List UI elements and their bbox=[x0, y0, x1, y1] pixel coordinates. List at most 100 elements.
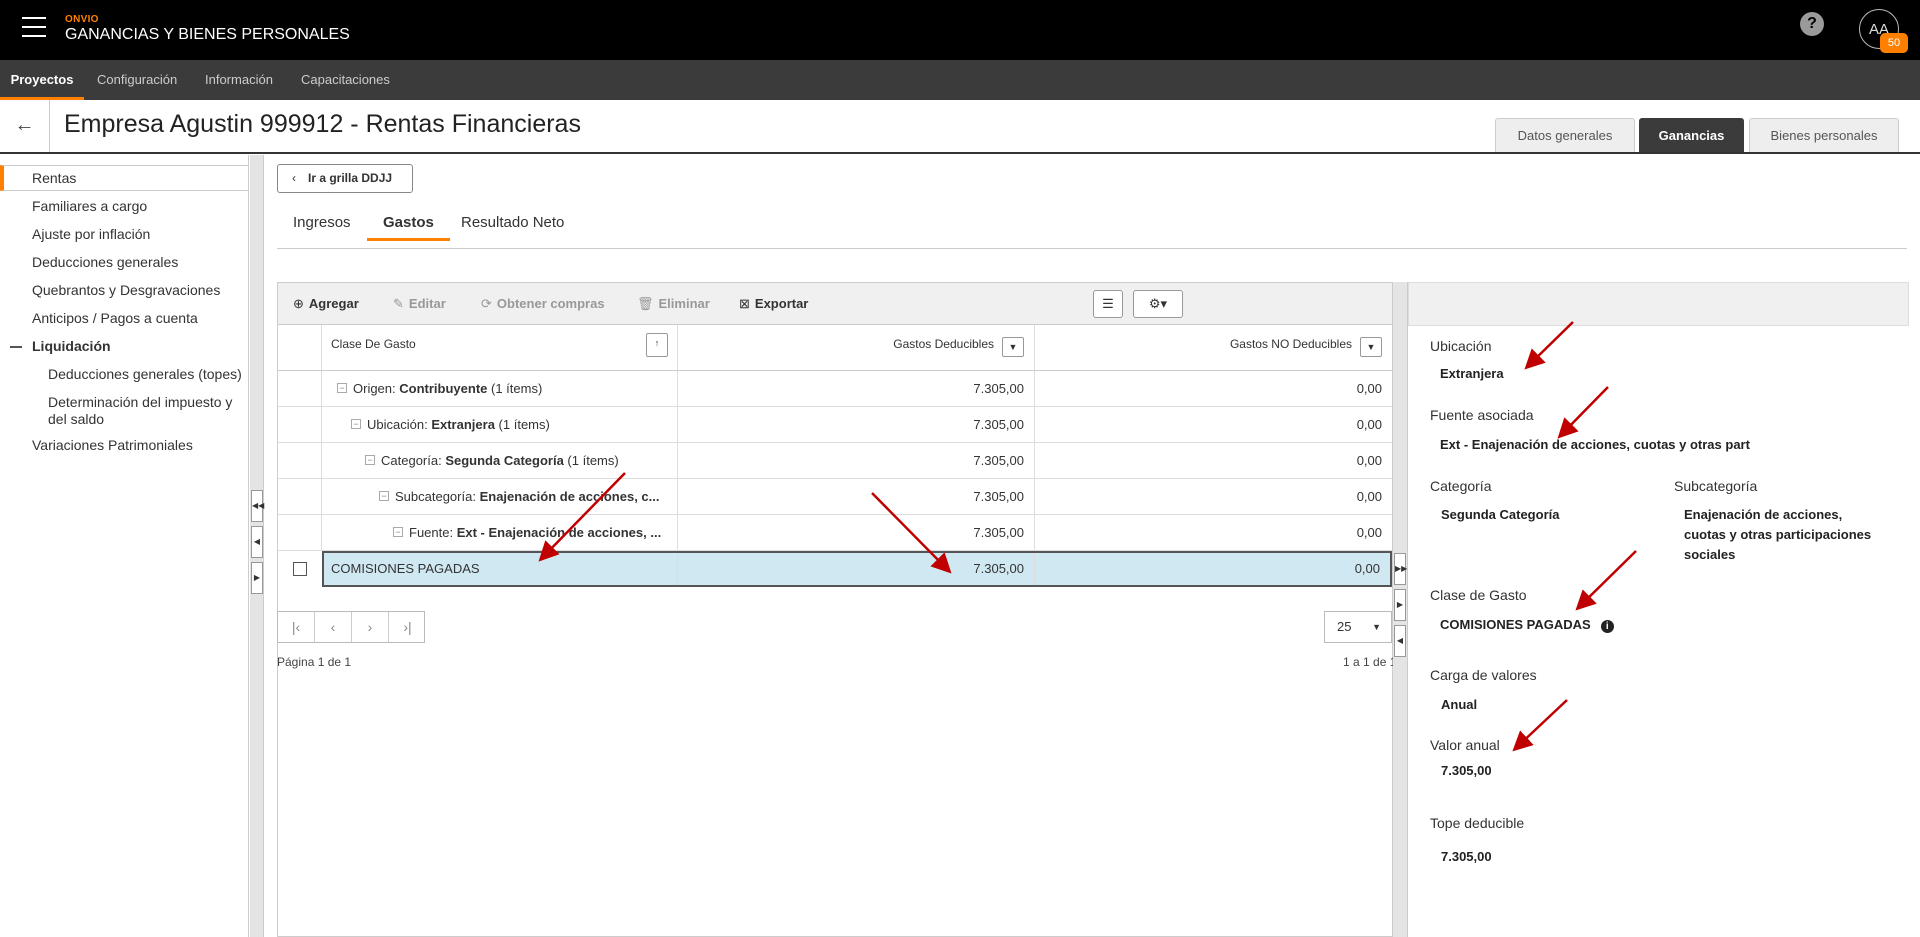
group-icon[interactable]: ☰ bbox=[1093, 290, 1123, 318]
excel-icon: ⊠ bbox=[739, 296, 750, 311]
subcategoria-label: Subcategoría bbox=[1674, 478, 1758, 494]
sidebar-splitter[interactable]: ◀◀ ◀ ▶ bbox=[250, 155, 264, 937]
agregar-button[interactable]: ⊕ Agregar bbox=[293, 283, 359, 325]
collapse-icon[interactable]: − bbox=[379, 491, 389, 501]
detail-header bbox=[1408, 282, 1909, 326]
fuente-value: Ext - Enajenación de acciones, cuotas y … bbox=[1440, 437, 1750, 452]
collapse-icon[interactable] bbox=[10, 346, 22, 348]
tab-ganancias[interactable]: Ganancias bbox=[1639, 118, 1744, 152]
row-ded: 7.305,00 bbox=[973, 453, 1024, 468]
col-clase[interactable]: Clase De Gasto ↑ bbox=[322, 325, 678, 370]
select-cell bbox=[278, 371, 322, 406]
select-cell bbox=[278, 407, 322, 442]
collapse-icon[interactable]: − bbox=[337, 383, 347, 393]
row-noded: 0,00 bbox=[1356, 417, 1382, 432]
page-title: Empresa Agustin 999912 - Rentas Financie… bbox=[64, 110, 581, 138]
prev-page-icon[interactable]: ‹ bbox=[315, 612, 352, 642]
ir-grilla-button[interactable]: ‹ Ir a grilla DDJJ bbox=[277, 164, 413, 193]
row-value: Contribuyente bbox=[399, 381, 488, 396]
subtab-ingresos[interactable]: Ingresos bbox=[293, 214, 351, 231]
nav-configuracion[interactable]: Configuración bbox=[97, 60, 177, 100]
sidebar-item-deducciones[interactable]: Deducciones generales bbox=[32, 254, 178, 270]
chevron-down-icon: ▼ bbox=[1372, 622, 1381, 632]
sidebar-item-familiares[interactable]: Familiares a cargo bbox=[32, 198, 147, 214]
app-title: GANANCIAS Y BIENES PERSONALES bbox=[65, 26, 350, 43]
row-checkbox[interactable] bbox=[293, 562, 307, 576]
fuente-label: Fuente asociada bbox=[1430, 407, 1534, 423]
notification-badge[interactable]: 50 bbox=[1880, 33, 1908, 53]
col-no-deducibles-label: Gastos NO Deducibles bbox=[1229, 337, 1352, 351]
page-size-value: 25 bbox=[1337, 619, 1352, 634]
chevron-down-icon[interactable]: ▼ bbox=[1360, 337, 1382, 357]
row-ded: 7.305,00 bbox=[973, 525, 1024, 540]
collapse-left-icon[interactable]: ◀◀ bbox=[251, 490, 264, 522]
nav-informacion[interactable]: Información bbox=[205, 60, 273, 100]
expand-right-icon[interactable]: ▶▶ bbox=[1394, 553, 1407, 585]
detail-panel: Ubicación Extranjera Fuente asociada Ext… bbox=[1407, 282, 1909, 937]
nav-capacitaciones[interactable]: Capacitaciones bbox=[301, 60, 390, 100]
obtener-compras-button[interactable]: ⟳ Obtener compras bbox=[481, 283, 605, 325]
grid-toolbar: ⊕ Agregar ✎ Editar ⟳ Obtener compras 🗑 Elimi… bbox=[278, 283, 1392, 325]
main-nav: Proyectos Configuración Información Capa… bbox=[0, 60, 1920, 100]
top-bar: ONVIO GANANCIAS Y BIENES PERSONALES ? AA… bbox=[0, 0, 1920, 60]
subtab-gastos[interactable]: Gastos bbox=[367, 214, 450, 241]
nav-proyectos[interactable]: Proyectos bbox=[0, 60, 84, 100]
chevron-left-icon: ‹ bbox=[292, 171, 296, 185]
group-row-categoria[interactable]: − Categoría: Segunda Categoría (1 ítems) … bbox=[278, 443, 1392, 479]
first-page-icon[interactable]: |‹ bbox=[278, 612, 315, 642]
group-row-ubicacion[interactable]: − Ubicación: Extranjera (1 ítems) 7.305,0… bbox=[278, 407, 1392, 443]
row-label: Categoría: bbox=[381, 453, 442, 468]
settings-gear-icon[interactable]: ⚙▾ bbox=[1133, 290, 1183, 318]
row-count: (1 ítems) bbox=[567, 453, 619, 468]
last-page-icon[interactable]: ›| bbox=[389, 612, 426, 642]
tab-datos-generales[interactable]: Datos generales bbox=[1495, 118, 1635, 152]
row-value: Segunda Categoría bbox=[445, 453, 564, 468]
collapse-icon[interactable]: − bbox=[351, 419, 361, 429]
sidebar-item-deducciones-topes[interactable]: Deducciones generales (topes) bbox=[48, 366, 242, 382]
chevron-right-icon[interactable]: ▶ bbox=[251, 562, 263, 594]
sidebar-item-anticipos[interactable]: Anticipos / Pagos a cuenta bbox=[32, 310, 198, 326]
sidebar-item-liquidacion[interactable]: Liquidación bbox=[32, 338, 111, 354]
collapse-icon[interactable]: − bbox=[365, 455, 375, 465]
table-row-selected[interactable]: COMISIONES PAGADAS 7.305,00 0,00 bbox=[322, 551, 1392, 587]
subtab-resultado-neto[interactable]: Resultado Neto bbox=[461, 214, 564, 231]
sidebar: Rentas Familiares a cargo Ajuste por inf… bbox=[0, 155, 249, 937]
row-label: Ubicación: bbox=[367, 417, 428, 432]
group-row-fuente[interactable]: − Fuente: Ext - Enajenación de acciones, … bbox=[278, 515, 1392, 551]
col-deducibles[interactable]: Gastos Deducibles ▼ bbox=[678, 325, 1035, 370]
eliminar-button[interactable]: 🗑 Eliminar bbox=[637, 283, 710, 325]
chevron-right-icon[interactable]: ▶ bbox=[1394, 589, 1406, 621]
sort-icon[interactable]: ↑ bbox=[646, 333, 668, 357]
eliminar-label: Eliminar bbox=[658, 296, 710, 311]
tab-bienes-personales[interactable]: Bienes personales bbox=[1749, 118, 1899, 152]
info-icon[interactable]: i bbox=[1600, 620, 1614, 633]
exportar-button[interactable]: ⊠ Exportar bbox=[739, 283, 808, 325]
help-icon[interactable]: ? bbox=[1800, 12, 1824, 36]
ir-grilla-label: Ir a grilla DDJJ bbox=[308, 171, 393, 185]
next-page-icon[interactable]: › bbox=[352, 612, 389, 642]
editar-button[interactable]: ✎ Editar bbox=[393, 283, 446, 325]
sidebar-item-ajuste[interactable]: Ajuste por inflación bbox=[32, 226, 150, 242]
group-row-origen[interactable]: − Origen: Contribuyente (1 ítems) 7.305,0… bbox=[278, 371, 1392, 407]
col-no-deducibles[interactable]: Gastos NO Deducibles ▼ bbox=[1035, 325, 1392, 370]
sidebar-item-determinacion-2[interactable]: del saldo bbox=[48, 411, 104, 427]
detail-splitter[interactable]: ▶▶ ▶ ◀ bbox=[1393, 282, 1407, 937]
select-cell bbox=[278, 443, 322, 478]
chevron-left-icon[interactable]: ◀ bbox=[1394, 625, 1406, 657]
page-size-select[interactable]: 25 ▼ bbox=[1324, 611, 1392, 643]
pencil-icon: ✎ bbox=[393, 296, 404, 311]
divider bbox=[277, 248, 1907, 249]
back-arrow-icon[interactable]: ← bbox=[0, 100, 50, 152]
hamburger-menu-icon[interactable] bbox=[22, 17, 46, 39]
row-value: Ext - Enajenación de acciones, ... bbox=[456, 525, 662, 540]
sidebar-item-rentas[interactable]: Rentas bbox=[0, 165, 249, 191]
chevron-left-icon[interactable]: ◀ bbox=[251, 526, 263, 558]
collapse-icon[interactable]: − bbox=[393, 527, 403, 537]
sidebar-item-determinacion[interactable]: Determinación del impuesto y bbox=[48, 394, 232, 410]
sidebar-item-variaciones[interactable]: Variaciones Patrimoniales bbox=[32, 437, 193, 453]
chevron-down-icon[interactable]: ▼ bbox=[1002, 337, 1024, 357]
col-clase-label: Clase De Gasto bbox=[331, 337, 416, 351]
group-row-subcategoria[interactable]: − Subcategoría: Enajenación de acciones, … bbox=[278, 479, 1392, 515]
sidebar-item-quebrantos[interactable]: Quebrantos y Desgravaciones bbox=[32, 282, 220, 298]
valor-value: 7.305,00 bbox=[1441, 763, 1492, 778]
